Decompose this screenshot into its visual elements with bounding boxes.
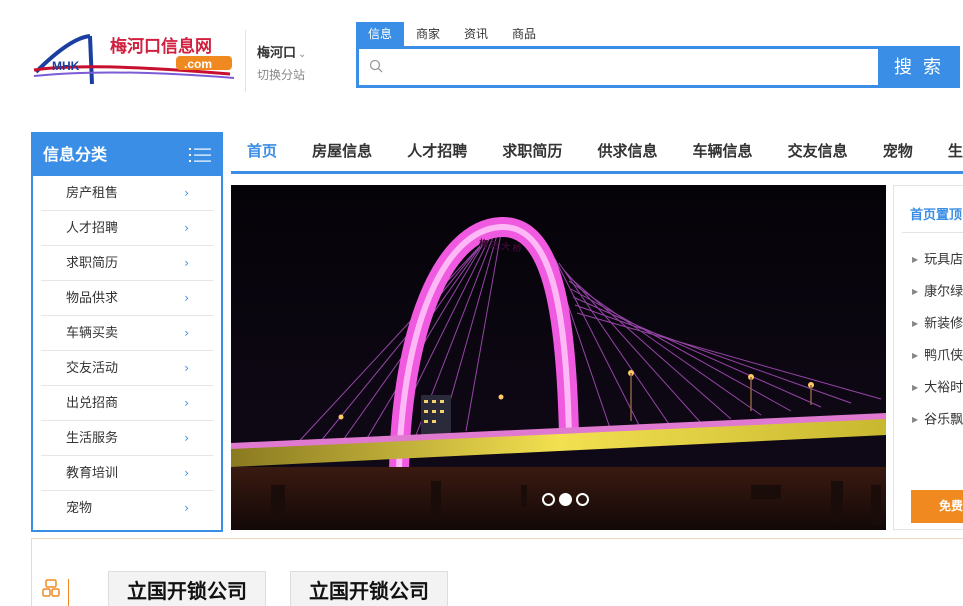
nav-item-resume[interactable]: 求职简历 [502, 132, 562, 171]
category-item-label: 房产租售 [66, 186, 119, 201]
category-item-property[interactable]: 房产租售 › [41, 176, 213, 211]
chevron-right-icon: › [184, 186, 189, 200]
triangle-right-icon: ▶ [912, 255, 919, 264]
chevron-right-icon: › [184, 466, 189, 480]
top-listings-panel: 首页置顶 ▶ 玩具店 ▶ 康尔绿 ▶ 新装修 ▶ 鸭爪侠 ▶ 大裕时 ▶ 谷乐飘 免费 [893, 185, 963, 530]
merchant-section: 立国开锁公司 立国开锁公司 [31, 538, 963, 606]
top-listing-label: 大裕时 [924, 380, 963, 396]
top-listing-label: 鸭爪侠 [924, 348, 963, 364]
merchant-ad-2[interactable]: 立国开锁公司 [290, 571, 448, 606]
category-item-label: 教育培训 [66, 466, 119, 481]
triangle-right-icon: ▶ [912, 319, 919, 328]
nav-item-life[interactable]: 生活 [948, 132, 963, 171]
banner-carousel[interactable]: 梅 河 大 桥 [231, 185, 886, 530]
svg-text:MHK: MHK [52, 59, 80, 73]
chevron-right-icon: › [184, 431, 189, 445]
top-listing-label: 新装修 [924, 316, 963, 332]
triangle-right-icon: ▶ [912, 287, 919, 296]
nav-item-social[interactable]: 交友信息 [788, 132, 848, 171]
bridge-night-image: 梅 河 大 桥 [231, 185, 886, 530]
category-item-goods[interactable]: 物品供求 › [41, 281, 213, 316]
category-item-vehicles[interactable]: 车辆买卖 › [41, 316, 213, 351]
search-icon [369, 59, 383, 73]
category-item-label: 车辆买卖 [66, 326, 119, 341]
category-item-resume[interactable]: 求职简历 › [41, 246, 213, 281]
carousel-dot-3[interactable] [576, 493, 589, 506]
free-post-button[interactable]: 免费 [911, 490, 963, 523]
category-item-label: 物品供求 [66, 291, 119, 306]
grid-icon [42, 579, 60, 597]
nav-item-supply[interactable]: 供求信息 [597, 132, 657, 171]
header-divider [245, 30, 246, 92]
triangle-right-icon: ▶ [912, 383, 919, 392]
divider [902, 232, 963, 233]
category-title: 信息分类 [43, 145, 108, 164]
category-item-business[interactable]: 出兑招商 › [41, 386, 213, 421]
chevron-right-icon: › [184, 501, 189, 515]
carousel-dots [542, 493, 589, 506]
top-listing-item[interactable]: ▶ 鸭爪侠 [912, 340, 963, 372]
category-item-label: 出兑招商 [66, 396, 119, 411]
svg-text:梅河口信息网: 梅河口信息网 [110, 36, 212, 56]
carousel-dot-2[interactable] [559, 493, 572, 506]
chevron-down-icon[interactable]: ⌄ [298, 49, 306, 60]
category-item-label: 人才招聘 [66, 221, 119, 236]
chevron-right-icon: › [184, 326, 189, 340]
category-item-pets[interactable]: 宠物 › [41, 491, 213, 526]
search-tab-goods[interactable]: 商品 [500, 22, 548, 46]
category-panel: 信息分类 房产租售 › 人才招聘 › 求职简历 › 物品供求 › 车辆买卖 › 交友活动 ›… [31, 132, 223, 532]
svg-text:.com: .com [184, 57, 212, 71]
category-item-label: 交友活动 [66, 361, 119, 376]
city-selector[interactable]: 梅河口 ⌄ [257, 42, 306, 61]
nav-item-housing[interactable]: 房屋信息 [312, 132, 372, 171]
nav-item-jobs[interactable]: 人才招聘 [407, 132, 467, 171]
triangle-right-icon: ▶ [912, 415, 919, 424]
search-tab-news[interactable]: 资讯 [452, 22, 500, 46]
nav-item-home[interactable]: 首页 [247, 132, 277, 171]
top-listing-item[interactable]: ▶ 新装修 [912, 308, 963, 340]
top-listing-label: 玩具店 [924, 252, 963, 268]
chevron-right-icon: › [184, 361, 189, 375]
search-tab-info[interactable]: 信息 [356, 22, 405, 46]
top-listing-item[interactable]: ▶ 康尔绿 [912, 276, 963, 308]
category-item-services[interactable]: 生活服务 › [41, 421, 213, 456]
top-listing-item[interactable]: ▶ 谷乐飘 [912, 404, 963, 436]
main-nav: 首页 房屋信息 人才招聘 求职简历 供求信息 车辆信息 交友信息 宠物 生活 [231, 132, 963, 174]
list-menu-icon[interactable] [189, 147, 211, 163]
chevron-right-icon: › [184, 291, 189, 305]
category-item-label: 生活服务 [66, 431, 119, 446]
top-listing-label: 谷乐飘 [924, 412, 963, 428]
nav-item-pets[interactable]: 宠物 [883, 132, 913, 171]
merchant-ad-1[interactable]: 立国开锁公司 [108, 571, 266, 606]
carousel-dot-1[interactable] [542, 493, 555, 506]
top-listings-list: ▶ 玩具店 ▶ 康尔绿 ▶ 新装修 ▶ 鸭爪侠 ▶ 大裕时 ▶ 谷乐飘 [912, 244, 963, 436]
category-item-education[interactable]: 教育培训 › [41, 456, 213, 491]
category-header: 信息分类 [33, 134, 221, 176]
site-logo[interactable]: MHK 梅河口信息网 .com [30, 28, 238, 90]
search-box: 搜 索 [356, 46, 960, 88]
category-item-social[interactable]: 交友活动 › [41, 351, 213, 386]
category-item-label: 宠物 [66, 501, 93, 516]
category-list: 房产租售 › 人才招聘 › 求职简历 › 物品供求 › 车辆买卖 › 交友活动 › 出兑招商… [33, 176, 221, 526]
nav-item-vehicles[interactable]: 车辆信息 [693, 132, 753, 171]
category-item-label: 求职简历 [66, 256, 119, 271]
city-name[interactable]: 梅河口 [257, 46, 296, 61]
search-tabs: 信息 商家 资讯 商品 [356, 22, 548, 46]
top-listing-item[interactable]: ▶ 大裕时 [912, 372, 963, 404]
search-input[interactable] [393, 53, 873, 81]
category-item-jobs[interactable]: 人才招聘 › [41, 211, 213, 246]
search-tab-merchant[interactable]: 商家 [404, 22, 452, 46]
chevron-right-icon: › [184, 396, 189, 410]
top-listing-item[interactable]: ▶ 玩具店 [912, 244, 963, 276]
chevron-right-icon: › [184, 221, 189, 235]
chevron-right-icon: › [184, 256, 189, 270]
switch-site-link[interactable]: 切换分站 [257, 66, 305, 83]
top-listings-title[interactable]: 首页置顶 [910, 204, 962, 223]
search-button[interactable]: 搜 索 [878, 46, 960, 88]
top-listing-label: 康尔绿 [924, 284, 963, 300]
triangle-right-icon: ▶ [912, 351, 919, 360]
divider [68, 579, 69, 606]
